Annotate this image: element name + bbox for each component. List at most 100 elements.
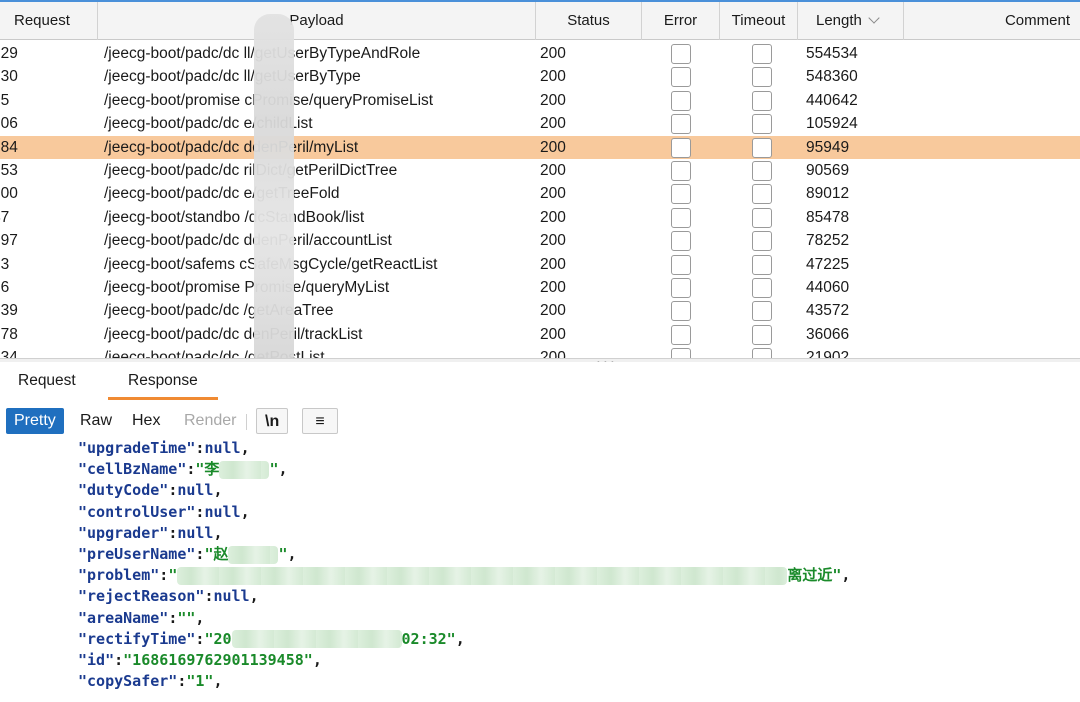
json-line: "preUserName":"赵 ", xyxy=(78,544,297,565)
error-checkbox[interactable] xyxy=(671,137,691,158)
timeout-checkbox[interactable] xyxy=(752,137,772,158)
cell-status: 200 xyxy=(540,302,566,320)
timeout-checkbox[interactable] xyxy=(752,90,772,111)
error-checkbox[interactable] xyxy=(671,348,691,358)
cell-status: 200 xyxy=(540,115,566,133)
timeout-checkbox[interactable] xyxy=(752,348,772,358)
column-header-length-label: Length xyxy=(816,12,862,29)
table-row[interactable]: 178/jeecg-boot/padc/dc denPeril/trackLis… xyxy=(0,323,1080,346)
table-row[interactable]: 234/jeecg-boot/padc/dc /getPostList 200 21… xyxy=(0,346,1080,358)
error-checkbox[interactable] xyxy=(671,278,691,298)
table-row[interactable]: 53/jeecg-boot/safems cSafeMsgCycle/getRe… xyxy=(0,253,1080,276)
json-comma: , xyxy=(195,608,205,627)
json-line: "copySafer":"1", xyxy=(78,671,223,692)
cell-length: 440642 xyxy=(806,91,858,109)
pretty-button[interactable]: Pretty xyxy=(6,408,64,434)
table-row[interactable]: 47/jeecg-boot/standbo /dcStandBook/list 2… xyxy=(0,206,1080,229)
cell-status: 200 xyxy=(540,162,566,179)
json-line: "problem":" 离过近", xyxy=(78,565,850,586)
table-row[interactable]: 184/jeecg-boot/padc/dc ddenPeril/myList 2… xyxy=(0,135,1080,159)
json-line: "upgrader":null, xyxy=(78,523,223,544)
json-key: "upgradeTime" xyxy=(78,439,196,457)
table-row[interactable]: 200/jeecg-boot/padc/dc e/getTreeFold 200 8… xyxy=(0,182,1080,205)
timeout-checkbox[interactable] xyxy=(752,114,772,135)
timeout-checkbox[interactable] xyxy=(752,67,772,88)
render-button[interactable]: Render xyxy=(176,408,244,434)
cell-request-number: 234 xyxy=(0,349,18,358)
table-row[interactable]: 35/jeecg-boot/promise cPromise/queryProm… xyxy=(0,89,1080,112)
error-checkbox[interactable] xyxy=(671,207,691,228)
timeout-checkbox[interactable] xyxy=(752,301,772,322)
timeout-checkbox[interactable] xyxy=(752,184,772,205)
json-comma: , xyxy=(455,629,465,648)
cell-length: 95949 xyxy=(806,138,850,156)
error-checkbox[interactable] xyxy=(671,44,691,64)
json-value: null xyxy=(177,481,214,500)
json-colon: : xyxy=(168,523,178,542)
column-header-timeout-label: Timeout xyxy=(731,12,786,29)
column-header-error[interactable]: Error xyxy=(642,2,720,40)
column-header-length[interactable]: Length xyxy=(798,2,904,40)
cell-payload: /jeecg-boot/promise cPromise/queryPromis… xyxy=(104,91,434,109)
cell-length: 554534 xyxy=(806,45,858,62)
error-checkbox[interactable] xyxy=(671,301,691,322)
json-comma: , xyxy=(287,545,297,563)
cell-payload: /jeecg-boot/standbo /dcStandBook/list xyxy=(104,208,365,226)
redaction-blur xyxy=(254,14,294,358)
cell-request-number: 200 xyxy=(0,185,18,203)
column-header-request[interactable]: Request xyxy=(0,2,98,40)
response-code-viewer[interactable]: "upgradeTime":null, "cellBzName":"李 ", "dut… xyxy=(0,438,1080,702)
raw-button[interactable]: Raw xyxy=(72,408,120,434)
column-header-timeout[interactable]: Timeout xyxy=(720,2,798,40)
menu-icon[interactable]: ≡ xyxy=(302,408,338,434)
timeout-checkbox[interactable] xyxy=(752,207,772,228)
timeout-checkbox[interactable] xyxy=(752,324,772,345)
table-row[interactable]: 239/jeecg-boot/padc/dc /getAreaTree 200 43… xyxy=(0,299,1080,322)
json-value: null xyxy=(204,439,241,457)
timeout-checkbox[interactable] xyxy=(752,44,772,64)
timeout-checkbox[interactable] xyxy=(752,231,772,252)
table-row[interactable]: 36/jeecg-boot/promise Promise/queryMyLis… xyxy=(0,276,1080,299)
error-checkbox[interactable] xyxy=(671,161,691,181)
timeout-checkbox[interactable] xyxy=(752,254,772,275)
column-header-status[interactable]: Status xyxy=(536,2,642,40)
show-newlines-button[interactable]: \n xyxy=(256,408,289,434)
cell-length: 105924 xyxy=(806,115,858,133)
json-key: "preUserName" xyxy=(78,545,196,563)
error-checkbox[interactable] xyxy=(671,67,691,88)
results-table: Request Payload Status Error Timeout Len… xyxy=(0,0,1080,358)
timeout-checkbox[interactable] xyxy=(752,278,772,298)
cell-request-number: 206 xyxy=(0,115,18,133)
error-checkbox[interactable] xyxy=(671,90,691,111)
hex-button[interactable]: Hex xyxy=(124,408,168,434)
table-header: Request Payload Status Error Timeout Len… xyxy=(0,2,1080,40)
error-checkbox[interactable] xyxy=(671,231,691,252)
error-checkbox[interactable] xyxy=(671,254,691,275)
json-key: "copySafer" xyxy=(78,672,178,691)
json-colon: : xyxy=(168,608,178,627)
tab-request[interactable]: Request xyxy=(14,362,80,400)
json-key: "rectifyTime" xyxy=(78,629,196,648)
column-header-comment-label: Comment xyxy=(1004,12,1070,29)
cell-length: 548360 xyxy=(806,68,858,86)
table-row[interactable]: 206/jeecg-boot/padc/dc e/childList 200 105… xyxy=(0,112,1080,135)
timeout-checkbox[interactable] xyxy=(752,161,772,181)
column-header-payload[interactable]: Payload xyxy=(98,2,536,40)
json-line: "controlUser":null, xyxy=(78,502,250,523)
json-value: null xyxy=(204,502,241,521)
table-row[interactable]: 230/jeecg-boot/padc/dc ll/getUserByType 2… xyxy=(0,65,1080,88)
tab-response[interactable]: Response xyxy=(108,362,218,400)
redaction-blur xyxy=(219,460,270,479)
json-key: "problem" xyxy=(78,566,160,585)
error-checkbox[interactable] xyxy=(671,114,691,135)
error-checkbox[interactable] xyxy=(671,184,691,205)
cell-status: 200 xyxy=(540,208,566,226)
table-row[interactable]: 197/jeecg-boot/padc/dc ddenPeril/account… xyxy=(0,229,1080,252)
table-row[interactable]: 153/jeecg-boot/padc/dc rilDict/getPerilD… xyxy=(0,159,1080,182)
table-row[interactable]: 229/jeecg-boot/padc/dc ll/getUserByTypeA… xyxy=(0,42,1080,65)
cell-payload: /jeecg-boot/padc/dc rilDict/getPerilDict… xyxy=(104,162,398,179)
cell-status: 200 xyxy=(540,349,566,358)
json-comma: , xyxy=(249,587,259,606)
error-checkbox[interactable] xyxy=(671,324,691,345)
column-header-comment[interactable]: Comment xyxy=(904,2,1080,40)
